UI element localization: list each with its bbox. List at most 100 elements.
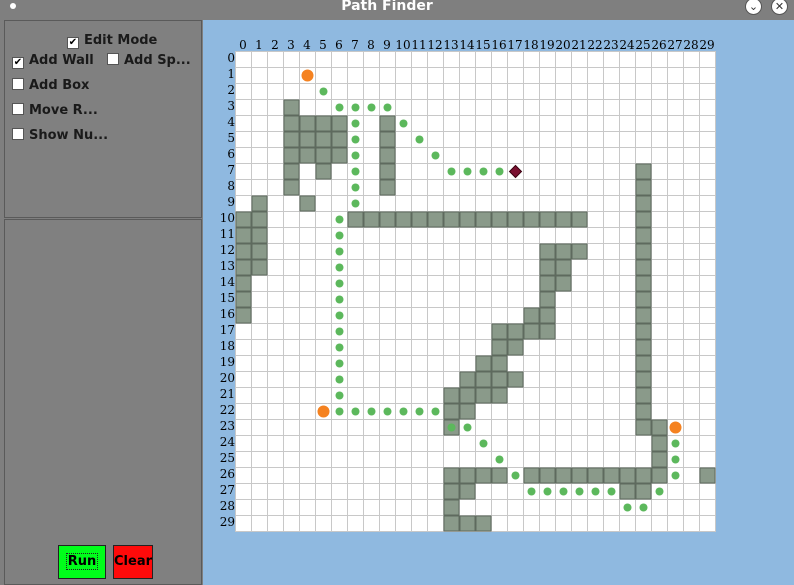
grid-cell[interactable] <box>619 355 636 372</box>
grid-cell[interactable] <box>235 163 252 180</box>
grid-cell[interactable] <box>619 51 636 68</box>
grid-cell[interactable] <box>699 147 716 164</box>
grid-cell[interactable] <box>459 179 476 196</box>
grid-cell[interactable] <box>235 195 252 212</box>
grid-cell[interactable] <box>251 275 268 292</box>
wall-cell[interactable] <box>475 387 492 404</box>
grid-cell[interactable] <box>491 179 508 196</box>
grid-cell[interactable] <box>411 515 428 532</box>
grid-cell[interactable] <box>555 419 572 436</box>
grid-cell[interactable] <box>475 323 492 340</box>
wall-cell[interactable] <box>523 307 540 324</box>
grid-cell[interactable] <box>251 371 268 388</box>
grid-cell[interactable] <box>539 147 556 164</box>
grid-cell[interactable] <box>315 99 332 116</box>
wall-cell[interactable] <box>235 275 252 292</box>
grid-cell[interactable] <box>283 435 300 452</box>
grid-cell[interactable] <box>603 515 620 532</box>
wall-cell[interactable] <box>283 163 300 180</box>
grid-cell[interactable] <box>379 275 396 292</box>
grid-cell[interactable] <box>363 195 380 212</box>
grid-cell[interactable] <box>587 403 604 420</box>
grid-cell[interactable] <box>635 147 652 164</box>
grid-cell[interactable] <box>555 307 572 324</box>
grid-cell[interactable] <box>411 83 428 100</box>
grid-cell[interactable] <box>603 499 620 516</box>
grid-cell[interactable] <box>699 387 716 404</box>
grid-cell[interactable] <box>555 83 572 100</box>
wall-cell[interactable] <box>283 99 300 116</box>
grid-cell[interactable] <box>459 307 476 324</box>
grid-cell[interactable] <box>507 499 524 516</box>
grid-cell[interactable] <box>571 403 588 420</box>
grid-cell[interactable] <box>235 515 252 532</box>
grid-cell[interactable] <box>699 403 716 420</box>
wall-cell[interactable] <box>523 323 540 340</box>
grid-cell[interactable] <box>683 323 700 340</box>
wall-cell[interactable] <box>635 339 652 356</box>
grid-cell[interactable] <box>699 67 716 84</box>
grid-cell[interactable] <box>235 323 252 340</box>
grid-cell[interactable] <box>587 259 604 276</box>
grid-cell[interactable] <box>651 67 668 84</box>
grid-cell[interactable] <box>603 275 620 292</box>
grid-cell[interactable] <box>315 499 332 516</box>
wall-cell[interactable] <box>251 227 268 244</box>
grid-cell[interactable] <box>603 67 620 84</box>
grid-cell[interactable] <box>347 355 364 372</box>
grid-cell[interactable] <box>571 115 588 132</box>
grid-cell[interactable] <box>315 323 332 340</box>
wall-cell[interactable] <box>507 323 524 340</box>
grid-cell[interactable] <box>283 211 300 228</box>
grid-cell[interactable] <box>363 483 380 500</box>
grid-cell[interactable] <box>283 83 300 100</box>
grid-cell[interactable] <box>475 147 492 164</box>
grid-cell[interactable] <box>555 147 572 164</box>
grid-cell[interactable] <box>667 179 684 196</box>
grid-cell[interactable] <box>587 435 604 452</box>
grid-cell[interactable] <box>683 83 700 100</box>
wall-cell[interactable] <box>635 163 652 180</box>
grid-cell[interactable] <box>267 99 284 116</box>
grid-cell[interactable] <box>683 195 700 212</box>
grid-cell[interactable] <box>395 67 412 84</box>
wall-cell[interactable] <box>443 467 460 484</box>
grid-cell[interactable] <box>299 211 316 228</box>
grid-cell[interactable] <box>427 83 444 100</box>
grid-cell[interactable] <box>283 499 300 516</box>
grid-cell[interactable] <box>539 515 556 532</box>
wall-cell[interactable] <box>571 467 588 484</box>
grid-cell[interactable] <box>427 259 444 276</box>
grid-cell[interactable] <box>411 307 428 324</box>
add-special-checkbox[interactable]: Add Sp... <box>107 53 191 68</box>
grid-cell[interactable] <box>363 291 380 308</box>
grid-cell[interactable] <box>411 163 428 180</box>
grid-cell[interactable] <box>571 179 588 196</box>
wall-cell[interactable] <box>379 179 396 196</box>
grid-cell[interactable] <box>603 211 620 228</box>
grid-cell[interactable] <box>683 467 700 484</box>
grid-cell[interactable] <box>635 99 652 116</box>
wall-cell[interactable] <box>459 371 476 388</box>
grid-cell[interactable] <box>267 51 284 68</box>
grid-cell[interactable] <box>587 323 604 340</box>
grid-cell[interactable] <box>235 419 252 436</box>
grid-cell[interactable] <box>523 99 540 116</box>
grid-cell[interactable] <box>411 371 428 388</box>
grid-cell[interactable] <box>251 115 268 132</box>
grid-cell[interactable] <box>603 179 620 196</box>
grid-cell[interactable] <box>539 163 556 180</box>
grid-cell[interactable] <box>411 147 428 164</box>
grid-cell[interactable] <box>539 355 556 372</box>
grid-cell[interactable] <box>395 163 412 180</box>
grid-cell[interactable] <box>603 259 620 276</box>
grid-cell[interactable] <box>539 131 556 148</box>
grid-cell[interactable] <box>667 307 684 324</box>
grid-cell[interactable] <box>347 243 364 260</box>
grid-cell[interactable] <box>379 419 396 436</box>
grid-cell[interactable] <box>395 435 412 452</box>
grid-cell[interactable] <box>363 499 380 516</box>
grid-cell[interactable] <box>315 355 332 372</box>
grid-cell[interactable] <box>587 307 604 324</box>
grid-cell[interactable] <box>235 435 252 452</box>
